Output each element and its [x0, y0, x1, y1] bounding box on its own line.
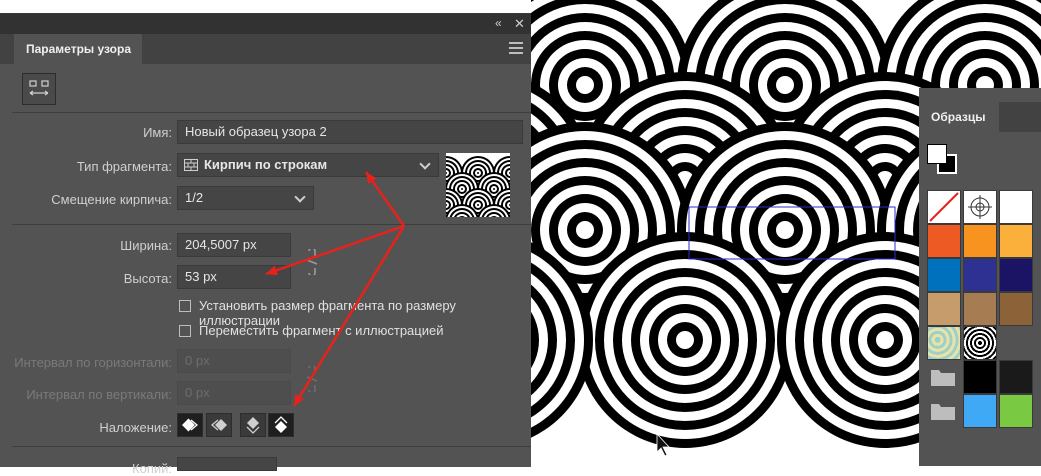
color-swatch[interactable] — [963, 292, 997, 326]
fill-stroke-indicator[interactable] — [927, 144, 957, 174]
color-swatch[interactable] — [963, 258, 997, 292]
swatches-panel: Образцы — [919, 88, 1041, 466]
color-swatch[interactable] — [927, 258, 961, 292]
color-swatch[interactable] — [999, 258, 1033, 292]
annotation-arrows — [265, 171, 406, 407]
annotation-arrow — [292, 225, 406, 407]
swatch-group-folder[interactable] — [927, 394, 961, 428]
annotation-arrow — [265, 224, 405, 276]
color-swatch[interactable] — [999, 292, 1033, 326]
color-swatch[interactable] — [963, 360, 997, 394]
color-swatch[interactable] — [999, 224, 1033, 258]
registration-swatch[interactable] — [963, 190, 997, 224]
none-swatch[interactable] — [927, 190, 961, 224]
arrowhead — [266, 265, 279, 276]
color-swatch[interactable] — [999, 360, 1033, 394]
pattern-swatch[interactable] — [963, 326, 997, 360]
color-swatch[interactable] — [999, 190, 1033, 224]
color-swatch[interactable] — [963, 394, 997, 428]
color-swatch[interactable] — [999, 394, 1033, 428]
pattern-swatch[interactable] — [927, 326, 961, 360]
color-swatch[interactable] — [927, 292, 961, 326]
color-swatch[interactable] — [927, 224, 961, 258]
color-swatch[interactable] — [963, 224, 997, 258]
folder-icon — [931, 404, 955, 420]
folder-icon — [931, 370, 955, 386]
tab-swatches[interactable]: Образцы — [919, 102, 999, 132]
swatch-group-folder[interactable] — [927, 360, 961, 394]
arrowhead — [366, 172, 377, 184]
swatches-tabbar: Образцы — [919, 102, 1041, 132]
